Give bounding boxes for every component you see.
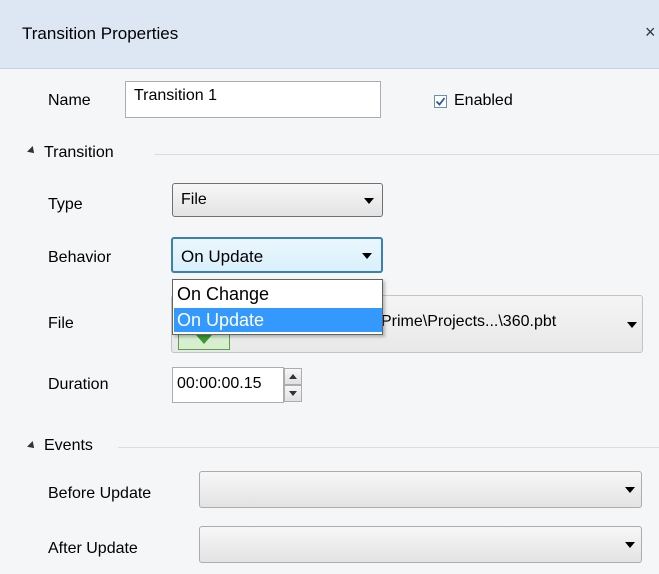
- transition-section-header: Transition: [44, 144, 114, 161]
- collapse-triangle-icon: [27, 146, 37, 156]
- type-dropdown-value: File: [181, 191, 207, 208]
- chevron-down-icon: [362, 253, 372, 259]
- duration-spin-up[interactable]: [284, 368, 302, 385]
- type-dropdown[interactable]: File: [172, 183, 383, 217]
- duration-value: 00:00:00.15: [177, 375, 262, 392]
- name-label: Name: [48, 92, 91, 109]
- chevron-down-icon: [625, 487, 635, 493]
- enabled-label: Enabled: [454, 92, 513, 109]
- after-update-label: After Update: [48, 540, 138, 557]
- chevron-down-icon: [625, 542, 635, 548]
- behavior-dropdown-value: On Update: [181, 247, 264, 266]
- duration-input[interactable]: 00:00:00.15: [172, 367, 284, 403]
- name-input-value: Transition 1: [134, 87, 217, 104]
- behavior-dropdown-list: On Change On Update: [172, 279, 383, 335]
- behavior-option-on-change[interactable]: On Change: [174, 282, 382, 306]
- panel-title: Transition Properties: [22, 24, 179, 43]
- spin-up-icon: [289, 374, 297, 379]
- checkmark-icon: [435, 97, 446, 106]
- type-label: Type: [48, 196, 83, 213]
- name-input[interactable]: Transition 1: [125, 81, 381, 118]
- title-bar: Transition Properties ×: [0, 0, 659, 69]
- enabled-checkbox[interactable]: [434, 95, 447, 108]
- duration-label: Duration: [48, 376, 109, 393]
- behavior-option-on-update[interactable]: On Update: [174, 308, 382, 332]
- events-section-header: Events: [44, 437, 93, 454]
- duration-spin-down[interactable]: [284, 385, 302, 402]
- behavior-label: Behavior: [48, 249, 112, 266]
- close-icon[interactable]: ×: [645, 22, 656, 43]
- transition-collapse-toggle[interactable]: [27, 146, 37, 156]
- file-label: File: [48, 315, 74, 332]
- spin-down-icon: [289, 391, 297, 396]
- section-divider: [118, 447, 659, 448]
- chevron-down-icon: [364, 198, 374, 204]
- chevron-down-icon: [627, 322, 637, 328]
- behavior-dropdown[interactable]: On Update: [171, 237, 383, 273]
- events-collapse-toggle[interactable]: [27, 441, 37, 451]
- after-update-dropdown[interactable]: [199, 526, 642, 563]
- section-divider: [154, 154, 659, 155]
- before-update-label: Before Update: [48, 485, 152, 502]
- collapse-triangle-icon: [27, 441, 37, 451]
- properties-panel: Name Transition 1 Enabled Transition Typ…: [0, 69, 659, 574]
- before-update-dropdown[interactable]: [199, 471, 642, 508]
- file-path: Prime\Projects...\360.pbt: [381, 313, 557, 330]
